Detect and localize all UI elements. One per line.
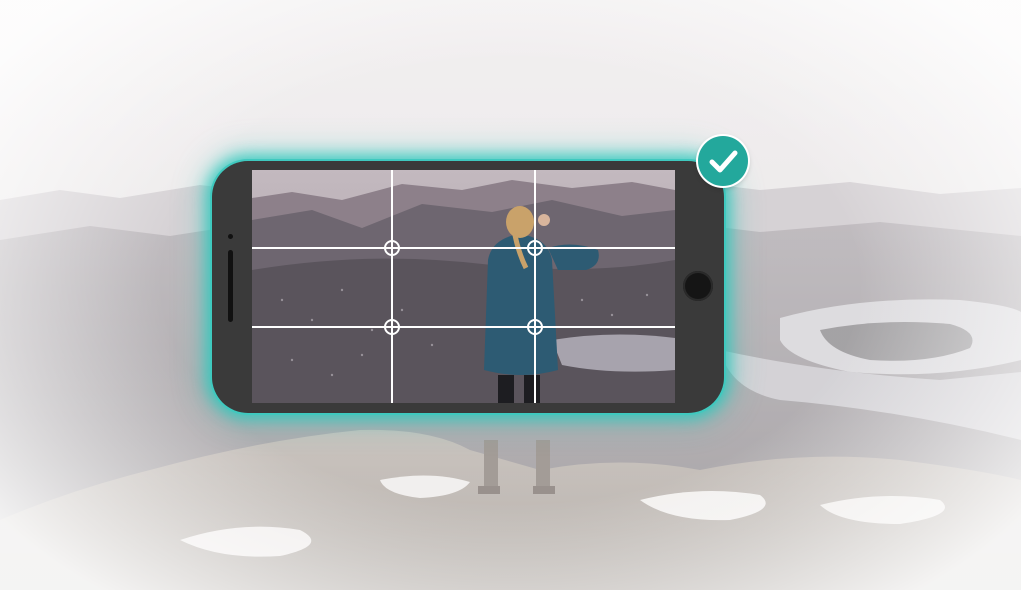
home-button[interactable] [683, 271, 713, 301]
checkmark-badge [698, 136, 748, 186]
front-camera-icon [228, 234, 233, 239]
camera-viewfinder [252, 170, 675, 403]
speaker-grille-icon [228, 250, 233, 322]
checkmark-icon [709, 150, 738, 173]
viewfinder-photo [252, 170, 675, 403]
